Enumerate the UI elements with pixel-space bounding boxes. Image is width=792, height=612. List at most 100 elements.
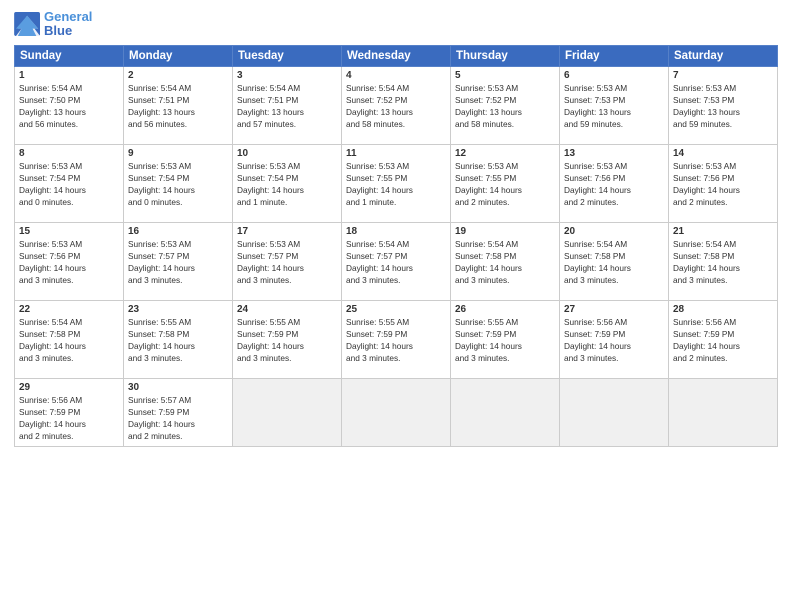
week-row-5: 29Sunrise: 5:56 AMSunset: 7:59 PMDayligh… — [15, 378, 778, 446]
day-info: Sunrise: 5:54 AMSunset: 7:58 PMDaylight:… — [673, 238, 773, 286]
sunrise-text: Sunrise: 5:53 AM — [673, 83, 736, 93]
day-info: Sunrise: 5:53 AMSunset: 7:56 PMDaylight:… — [564, 160, 664, 208]
day-cell: 24Sunrise: 5:55 AMSunset: 7:59 PMDayligh… — [233, 300, 342, 378]
day-info: Sunrise: 5:55 AMSunset: 7:59 PMDaylight:… — [346, 316, 446, 364]
day-cell — [233, 378, 342, 446]
day-cell: 2Sunrise: 5:54 AMSunset: 7:51 PMDaylight… — [124, 66, 233, 144]
sunrise-text: Sunrise: 5:53 AM — [128, 161, 191, 171]
day-cell — [560, 378, 669, 446]
sunset-text: Sunset: 7:57 PM — [128, 251, 189, 261]
day-cell — [342, 378, 451, 446]
day-number: 5 — [455, 70, 555, 81]
day-cell: 10Sunrise: 5:53 AMSunset: 7:54 PMDayligh… — [233, 144, 342, 222]
daylight-minutes-text: and 3 minutes. — [237, 353, 291, 363]
daylight-text: Daylight: 13 hours — [346, 107, 413, 117]
day-number: 10 — [237, 148, 337, 159]
day-info: Sunrise: 5:53 AMSunset: 7:56 PMDaylight:… — [673, 160, 773, 208]
sunset-text: Sunset: 7:54 PM — [128, 173, 189, 183]
day-info: Sunrise: 5:55 AMSunset: 7:59 PMDaylight:… — [455, 316, 555, 364]
day-cell: 7Sunrise: 5:53 AMSunset: 7:53 PMDaylight… — [669, 66, 778, 144]
day-info: Sunrise: 5:56 AMSunset: 7:59 PMDaylight:… — [564, 316, 664, 364]
day-number: 14 — [673, 148, 773, 159]
day-info: Sunrise: 5:56 AMSunset: 7:59 PMDaylight:… — [19, 394, 119, 442]
day-cell: 28Sunrise: 5:56 AMSunset: 7:59 PMDayligh… — [669, 300, 778, 378]
daylight-minutes-text: and 3 minutes. — [564, 353, 618, 363]
daylight-minutes-text: and 57 minutes. — [237, 119, 296, 129]
daylight-minutes-text: and 59 minutes. — [564, 119, 623, 129]
daylight-minutes-text: and 3 minutes. — [128, 353, 182, 363]
day-number: 25 — [346, 304, 446, 315]
daylight-text: Daylight: 14 hours — [564, 341, 631, 351]
day-cell: 4Sunrise: 5:54 AMSunset: 7:52 PMDaylight… — [342, 66, 451, 144]
daylight-minutes-text: and 3 minutes. — [673, 275, 727, 285]
sunrise-text: Sunrise: 5:57 AM — [128, 395, 191, 405]
week-row-1: 1Sunrise: 5:54 AMSunset: 7:50 PMDaylight… — [15, 66, 778, 144]
sunrise-text: Sunrise: 5:55 AM — [128, 317, 191, 327]
daylight-minutes-text: and 2 minutes. — [673, 197, 727, 207]
day-info: Sunrise: 5:54 AMSunset: 7:58 PMDaylight:… — [455, 238, 555, 286]
daylight-minutes-text: and 2 minutes. — [673, 353, 727, 363]
daylight-minutes-text: and 3 minutes. — [19, 275, 73, 285]
weekday-header-wednesday: Wednesday — [342, 45, 451, 66]
sunrise-text: Sunrise: 5:53 AM — [564, 161, 627, 171]
daylight-minutes-text: and 3 minutes. — [455, 275, 509, 285]
day-info: Sunrise: 5:53 AMSunset: 7:54 PMDaylight:… — [237, 160, 337, 208]
sunrise-text: Sunrise: 5:54 AM — [673, 239, 736, 249]
logo-line2: Blue — [44, 24, 92, 38]
daylight-text: Daylight: 14 hours — [19, 185, 86, 195]
sunset-text: Sunset: 7:54 PM — [237, 173, 298, 183]
week-row-2: 8Sunrise: 5:53 AMSunset: 7:54 PMDaylight… — [15, 144, 778, 222]
sunset-text: Sunset: 7:59 PM — [564, 329, 625, 339]
sunset-text: Sunset: 7:55 PM — [346, 173, 407, 183]
day-info: Sunrise: 5:54 AMSunset: 7:51 PMDaylight:… — [128, 82, 228, 130]
daylight-text: Daylight: 14 hours — [455, 263, 522, 273]
day-number: 12 — [455, 148, 555, 159]
daylight-text: Daylight: 14 hours — [673, 341, 740, 351]
day-cell: 5Sunrise: 5:53 AMSunset: 7:52 PMDaylight… — [451, 66, 560, 144]
daylight-minutes-text: and 58 minutes. — [346, 119, 405, 129]
daylight-text: Daylight: 13 hours — [237, 107, 304, 117]
day-number: 19 — [455, 226, 555, 237]
day-cell: 3Sunrise: 5:54 AMSunset: 7:51 PMDaylight… — [233, 66, 342, 144]
daylight-minutes-text: and 2 minutes. — [19, 431, 73, 441]
daylight-text: Daylight: 14 hours — [455, 341, 522, 351]
sunset-text: Sunset: 7:56 PM — [19, 251, 80, 261]
logo-icon — [14, 12, 42, 36]
daylight-text: Daylight: 14 hours — [346, 185, 413, 195]
day-number: 4 — [346, 70, 446, 81]
day-info: Sunrise: 5:53 AMSunset: 7:52 PMDaylight:… — [455, 82, 555, 130]
daylight-minutes-text: and 3 minutes. — [346, 275, 400, 285]
sunset-text: Sunset: 7:58 PM — [564, 251, 625, 261]
sunrise-text: Sunrise: 5:55 AM — [455, 317, 518, 327]
day-info: Sunrise: 5:53 AMSunset: 7:55 PMDaylight:… — [455, 160, 555, 208]
day-info: Sunrise: 5:54 AMSunset: 7:52 PMDaylight:… — [346, 82, 446, 130]
sunrise-text: Sunrise: 5:53 AM — [19, 239, 82, 249]
header: General Blue — [14, 10, 778, 39]
day-cell: 1Sunrise: 5:54 AMSunset: 7:50 PMDaylight… — [15, 66, 124, 144]
sunset-text: Sunset: 7:52 PM — [455, 95, 516, 105]
daylight-minutes-text: and 3 minutes. — [346, 353, 400, 363]
day-cell: 16Sunrise: 5:53 AMSunset: 7:57 PMDayligh… — [124, 222, 233, 300]
sunrise-text: Sunrise: 5:53 AM — [455, 161, 518, 171]
day-number: 7 — [673, 70, 773, 81]
sunset-text: Sunset: 7:50 PM — [19, 95, 80, 105]
day-number: 17 — [237, 226, 337, 237]
sunrise-text: Sunrise: 5:54 AM — [346, 83, 409, 93]
day-info: Sunrise: 5:54 AMSunset: 7:51 PMDaylight:… — [237, 82, 337, 130]
day-cell: 12Sunrise: 5:53 AMSunset: 7:55 PMDayligh… — [451, 144, 560, 222]
day-number: 24 — [237, 304, 337, 315]
daylight-minutes-text: and 0 minutes. — [128, 197, 182, 207]
daylight-minutes-text: and 2 minutes. — [128, 431, 182, 441]
day-info: Sunrise: 5:55 AMSunset: 7:58 PMDaylight:… — [128, 316, 228, 364]
weekday-header-sunday: Sunday — [15, 45, 124, 66]
day-info: Sunrise: 5:53 AMSunset: 7:55 PMDaylight:… — [346, 160, 446, 208]
day-info: Sunrise: 5:53 AMSunset: 7:54 PMDaylight:… — [128, 160, 228, 208]
day-info: Sunrise: 5:57 AMSunset: 7:59 PMDaylight:… — [128, 394, 228, 442]
sunset-text: Sunset: 7:59 PM — [673, 329, 734, 339]
sunset-text: Sunset: 7:56 PM — [673, 173, 734, 183]
page: General Blue SundayMondayTuesdayWednesda… — [0, 0, 792, 612]
day-number: 18 — [346, 226, 446, 237]
day-cell: 11Sunrise: 5:53 AMSunset: 7:55 PMDayligh… — [342, 144, 451, 222]
weekday-header-monday: Monday — [124, 45, 233, 66]
sunset-text: Sunset: 7:59 PM — [237, 329, 298, 339]
